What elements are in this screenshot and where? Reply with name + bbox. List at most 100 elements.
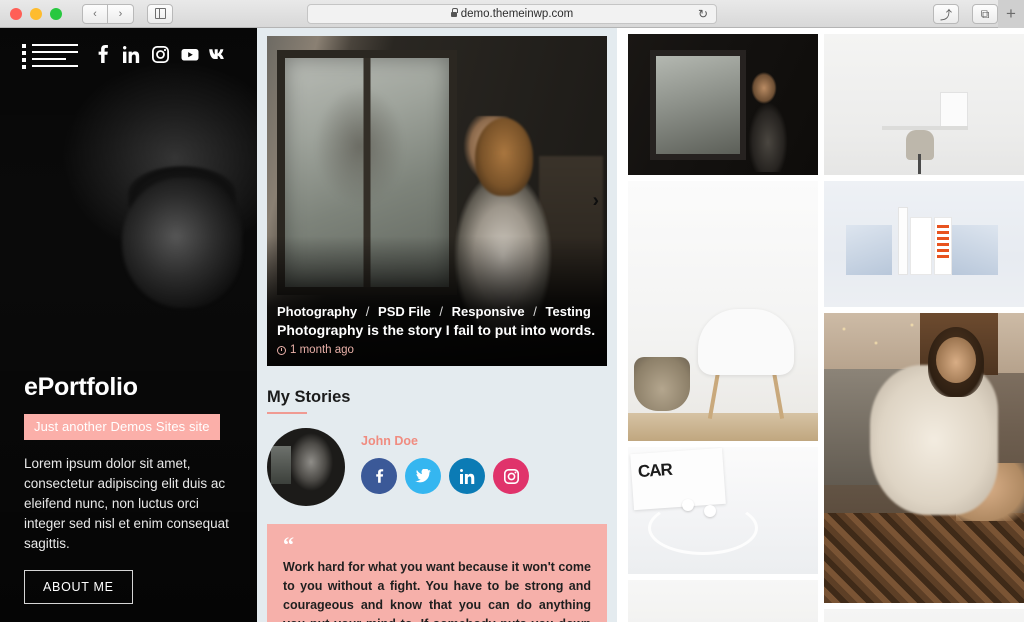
tile-chair-seat: [698, 309, 794, 375]
back-button[interactable]: ‹: [82, 3, 108, 24]
featured-categories: Photography / PSD File / Responsive / Te…: [277, 304, 597, 319]
tile-book: [898, 207, 908, 275]
new-tab-button[interactable]: +: [998, 0, 1024, 28]
featured-photo-tree: [315, 86, 405, 206]
gallery-column-left: CAR: [628, 34, 818, 622]
tile-rug: [824, 513, 1024, 603]
forward-icon: ›: [118, 7, 123, 20]
sidebar-toggle-button[interactable]: [147, 3, 173, 24]
main-content-column: › Photography / PSD File / Responsive / …: [257, 28, 617, 622]
site-title: ePortfolio: [24, 373, 138, 401]
featured-post-slider[interactable]: › Photography / PSD File / Responsive / …: [267, 36, 607, 366]
instagram-icon[interactable]: [146, 41, 175, 67]
my-stories-header: My Stories: [267, 388, 617, 414]
featured-post-title[interactable]: Photography is the story I fail to put i…: [277, 322, 597, 338]
hamburger-list-icon[interactable]: [20, 41, 78, 69]
share-button[interactable]: ⤴: [933, 4, 959, 24]
tile-marble-block: [846, 225, 892, 275]
youtube-icon[interactable]: [175, 41, 204, 67]
gallery-tile-books-marble[interactable]: [824, 181, 1024, 307]
featured-post-date: 1 month ago: [277, 344, 597, 356]
gallery-tile-woman-sofa[interactable]: [824, 313, 1024, 603]
navigation-buttons: ‹ ›: [82, 3, 134, 24]
address-bar[interactable]: demo.themeinwp.com ↻: [307, 4, 717, 24]
browser-chrome: ‹ › demo.themeinwp.com ↻ ⤴ ⧉ +: [0, 0, 1024, 28]
gallery-masonry: CAR: [628, 34, 1024, 622]
category-separator: /: [533, 304, 537, 319]
tabs-icon: ⧉: [980, 6, 990, 21]
twitter-icon[interactable]: [405, 458, 441, 494]
tile-marble-block: [952, 225, 998, 275]
gallery-tile-window-portrait[interactable]: [628, 34, 818, 175]
tile-window-pane: [650, 50, 746, 160]
category-testing[interactable]: Testing: [546, 304, 591, 319]
url-text: demo.themeinwp.com: [460, 8, 574, 20]
category-separator: /: [365, 304, 370, 319]
quote-block: “ Work hard for what you want because it…: [267, 524, 607, 622]
category-photography[interactable]: Photography: [277, 304, 357, 319]
featured-date-text: 1 month ago: [290, 344, 354, 356]
featured-caption: Photography / PSD File / Responsive / Te…: [277, 304, 597, 356]
linkedin-icon[interactable]: [117, 41, 146, 67]
vk-icon[interactable]: [204, 41, 233, 67]
forward-button[interactable]: ›: [108, 3, 134, 24]
instagram-icon[interactable]: [493, 458, 529, 494]
facebook-icon[interactable]: [361, 458, 397, 494]
featured-photo-hair: [475, 118, 533, 196]
sidebar-social-links: [88, 41, 233, 67]
avatar: [267, 428, 345, 506]
section-underline: [267, 412, 307, 414]
plus-icon: +: [1006, 4, 1016, 23]
about-me-button[interactable]: ABOUT ME: [24, 570, 133, 604]
author-name[interactable]: John Doe: [361, 434, 529, 448]
tile-book-red-text: [937, 225, 949, 259]
tile-earbud-cord: [648, 501, 758, 555]
tile-desk-frame: [940, 92, 968, 128]
tile-woman-head: [936, 337, 976, 383]
tile-window-figure: [740, 72, 792, 172]
reload-icon[interactable]: ↻: [698, 7, 708, 21]
author-block: John Doe: [267, 428, 617, 506]
site-sidebar: ePortfolio Just another Demos Sites site…: [0, 28, 257, 622]
photo-gallery: CAR: [617, 28, 1024, 622]
tile-chair-leg: [771, 371, 785, 419]
category-separator: /: [439, 304, 444, 319]
quote-mark-icon: “: [283, 532, 294, 557]
sidebar-topbar: [0, 28, 257, 80]
show-tabs-button[interactable]: ⧉: [972, 4, 998, 24]
gallery-column-right: [824, 34, 1024, 622]
facebook-icon[interactable]: [88, 41, 117, 67]
category-responsive[interactable]: Responsive: [452, 304, 525, 319]
category-psd-file[interactable]: PSD File: [378, 304, 431, 319]
avatar-window-detail: [271, 446, 291, 484]
gallery-tile-desk-chair[interactable]: [824, 34, 1024, 175]
minimize-window-button[interactable]: [30, 7, 42, 20]
clock-icon: [277, 345, 286, 355]
my-stories-title: My Stories: [267, 388, 351, 406]
tile-chair-basket: [634, 357, 690, 411]
sidebar-description: Lorem ipsum dolor sit amet, consectetur …: [24, 456, 229, 551]
window-traffic-lights: [0, 7, 62, 20]
tile-earbud: [682, 499, 694, 511]
quote-text: Work hard for what you want because it w…: [283, 559, 591, 622]
tile-desk-chair-leg: [918, 154, 921, 174]
back-icon: ‹: [93, 7, 97, 20]
sidebar-branding: ePortfolio Just another Demos Sites site…: [24, 373, 238, 604]
linkedin-icon[interactable]: [449, 458, 485, 494]
page-body: ePortfolio Just another Demos Sites site…: [0, 28, 1024, 622]
gallery-tile-blank-lower-left[interactable]: [628, 580, 818, 622]
tile-earbud: [704, 505, 716, 517]
slider-next-icon[interactable]: ›: [593, 192, 599, 211]
gallery-tile-white-chair[interactable]: [628, 181, 818, 441]
gallery-tile-earbuds-magazine[interactable]: CAR: [628, 447, 818, 574]
zoom-window-button[interactable]: [50, 7, 62, 20]
close-window-button[interactable]: [10, 7, 22, 20]
gallery-tile-blank-lower-right[interactable]: [824, 609, 1024, 622]
author-info: John Doe: [361, 428, 529, 494]
site-tagline-badge: Just another Demos Sites site: [24, 414, 220, 440]
tile-magazine-text: CAR: [637, 459, 673, 482]
sidebar-panel-icon: [154, 7, 166, 20]
lock-icon: [450, 8, 458, 17]
tile-chair-leg: [707, 371, 721, 419]
tile-chair-floor: [628, 413, 818, 441]
